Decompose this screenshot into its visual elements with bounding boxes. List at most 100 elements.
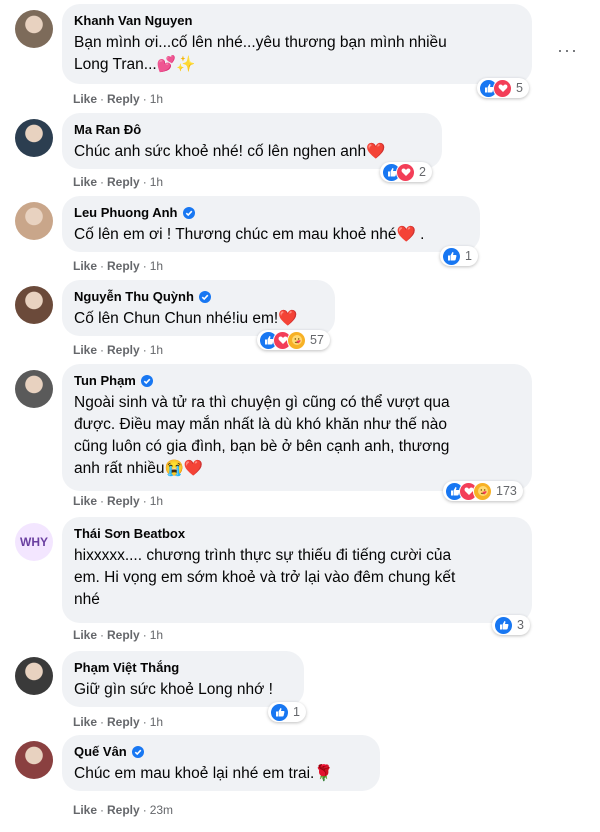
comment-text-line: Ngoài sinh và tử ra thì chuyện gì cũng c… (74, 394, 450, 411)
separator: · (100, 628, 105, 642)
comment-text-line: Long Tran...💕✨ (74, 54, 520, 76)
like-link[interactable]: Like (73, 175, 97, 189)
avatar[interactable] (15, 286, 53, 324)
reply-link[interactable]: Reply (107, 494, 140, 508)
avatar[interactable]: WHY (15, 523, 53, 561)
separator: · (100, 715, 105, 729)
like-link[interactable]: Like (73, 259, 97, 273)
reaction-summary[interactable]: 1 (268, 702, 306, 722)
love-reaction-icon (493, 78, 512, 98)
comment-time[interactable]: 1h (150, 628, 163, 642)
comment-bubble: Quế Vân Chúc em mau khoẻ lại nhé em trai.… (62, 735, 380, 791)
separator: · (142, 803, 147, 817)
reply-link[interactable]: Reply (107, 628, 140, 642)
comment-text: hixxxxx.... chương trình thực sự thiếu đ… (74, 545, 520, 611)
like-link[interactable]: Like (73, 803, 97, 817)
reaction-count: 1 (293, 705, 300, 719)
reply-link[interactable]: Reply (107, 715, 140, 729)
like-reaction-icon (494, 615, 513, 635)
avatar[interactable] (15, 202, 53, 240)
comment-text-line: Chúc em mau khoẻ lại nhé em trai.🌹 (74, 763, 368, 785)
comment-text-line: em. Hi vọng em sớm khoẻ và trở lại vào đ… (74, 569, 456, 586)
avatar[interactable] (15, 741, 53, 779)
like-link[interactable]: Like (73, 494, 97, 508)
comment-author[interactable]: Khanh Van Nguyen (74, 12, 192, 29)
comment-time[interactable]: 1h (150, 343, 163, 357)
like-link[interactable]: Like (73, 343, 97, 357)
reaction-count: 1 (465, 249, 472, 263)
avatar[interactable] (15, 657, 53, 695)
reaction-summary[interactable]: 1 (440, 246, 478, 266)
reply-link[interactable]: Reply (107, 343, 140, 357)
comment-author[interactable]: Quế Vân (74, 743, 127, 760)
comment-text: Bạn mình ơi...cố lên nhé...yêu thương bạ… (74, 32, 520, 76)
avatar-text: WHY (20, 535, 48, 549)
love-reaction-icon (396, 162, 415, 182)
avatar[interactable] (15, 370, 53, 408)
comment-text: Giữ gìn sức khoẻ Long nhớ ! (74, 679, 292, 701)
reply-link[interactable]: Reply (107, 259, 140, 273)
comment-text-line: Bạn mình ơi...cố lên nhé...yêu thương bạ… (74, 34, 447, 51)
comment-text-line: anh rất nhiều😭❤️ (74, 458, 520, 480)
like-link[interactable]: Like (73, 628, 97, 642)
comment-author[interactable]: Leu Phuong Anh (74, 204, 178, 221)
comment-text-line: Giữ gìn sức khoẻ Long nhớ ! (74, 681, 273, 698)
reaction-count: 2 (419, 165, 426, 179)
reply-link[interactable]: Reply (107, 175, 140, 189)
reaction-summary[interactable]: 5 (477, 78, 529, 98)
reaction-count: 173 (496, 484, 517, 498)
comment-time[interactable]: 1h (150, 715, 163, 729)
comment-actions: Like · Reply · 1h (73, 494, 163, 508)
reaction-summary[interactable]: 3 (492, 615, 530, 635)
comment-author[interactable]: Tun Phạm (74, 372, 136, 389)
comment-time[interactable]: 1h (150, 494, 163, 508)
comment-text-line: Cố lên em ơi ! Thương chúc em mau khoẻ n… (74, 224, 468, 246)
like-link[interactable]: Like (73, 715, 97, 729)
like-link[interactable]: Like (73, 92, 97, 106)
care-reaction-icon (473, 481, 492, 501)
comment-bubble: Nguyễn Thu Quỳnh Cố lên Chun Chun nhé!iu … (62, 280, 335, 336)
reaction-count: 57 (310, 333, 324, 347)
comment-text-line: Chúc anh sức khoẻ nhé! cố lên nghen anh❤… (74, 141, 430, 163)
comment-time[interactable]: 23m (150, 803, 173, 817)
verified-badge-icon (182, 206, 195, 219)
reaction-summary[interactable]: 2 (380, 162, 432, 182)
comment-text-line: hixxxxx.... chương trình thực sự thiếu đ… (74, 547, 452, 564)
comment-time[interactable]: 1h (150, 175, 163, 189)
care-reaction-icon (287, 330, 306, 350)
reply-link[interactable]: Reply (107, 803, 140, 817)
reaction-summary[interactable]: 173 (443, 481, 523, 501)
comment-time[interactable]: 1h (150, 259, 163, 273)
comment-time[interactable]: 1h (150, 92, 163, 106)
separator: · (142, 628, 147, 642)
comment-author[interactable]: Phạm Việt Thắng (74, 659, 179, 676)
comment-bubble: Phạm Việt Thắng Giữ gìn sức khoẻ Long nhớ… (62, 651, 304, 707)
emoji: ❤️ (366, 143, 386, 160)
like-reaction-icon (270, 702, 289, 722)
comment-author[interactable]: Ma Ran Đô (74, 121, 141, 138)
reaction-summary[interactable]: 57 (257, 330, 330, 350)
comment-text-line: được. Điều may mắn nhất là dù khó khăn n… (74, 416, 447, 433)
separator: · (100, 803, 105, 817)
comment-actions: Like · Reply · 1h (73, 715, 163, 729)
like-reaction-icon (442, 246, 461, 266)
comment-bubble: Ma Ran Đô Chúc anh sức khoẻ nhé! cố lên n… (62, 113, 442, 169)
comment-author[interactable]: Thái Sơn Beatbox (74, 525, 185, 542)
comment-text-line: nhé (74, 591, 100, 608)
comment-text: Ngoài sinh và tử ra thì chuyện gì cũng c… (74, 392, 520, 480)
avatar[interactable] (15, 10, 53, 48)
more-options-icon[interactable]: ··· (557, 40, 578, 61)
avatar[interactable] (15, 119, 53, 157)
comment-actions: Like · Reply · 1h (73, 628, 163, 642)
separator: · (142, 259, 147, 273)
reply-link[interactable]: Reply (107, 92, 140, 106)
verified-badge-icon (140, 374, 153, 387)
separator: · (100, 175, 105, 189)
comment-bubble: Thái Sơn Beatbox hixxxxx.... chương trình… (62, 517, 532, 623)
reaction-count: 5 (516, 81, 523, 95)
text-suffix: . (415, 226, 425, 243)
emoji: 😭❤️ (164, 460, 204, 477)
comment-author[interactable]: Nguyễn Thu Quỳnh (74, 288, 194, 305)
comment-actions: Like · Reply · 1h (73, 175, 163, 189)
separator: · (100, 92, 105, 106)
